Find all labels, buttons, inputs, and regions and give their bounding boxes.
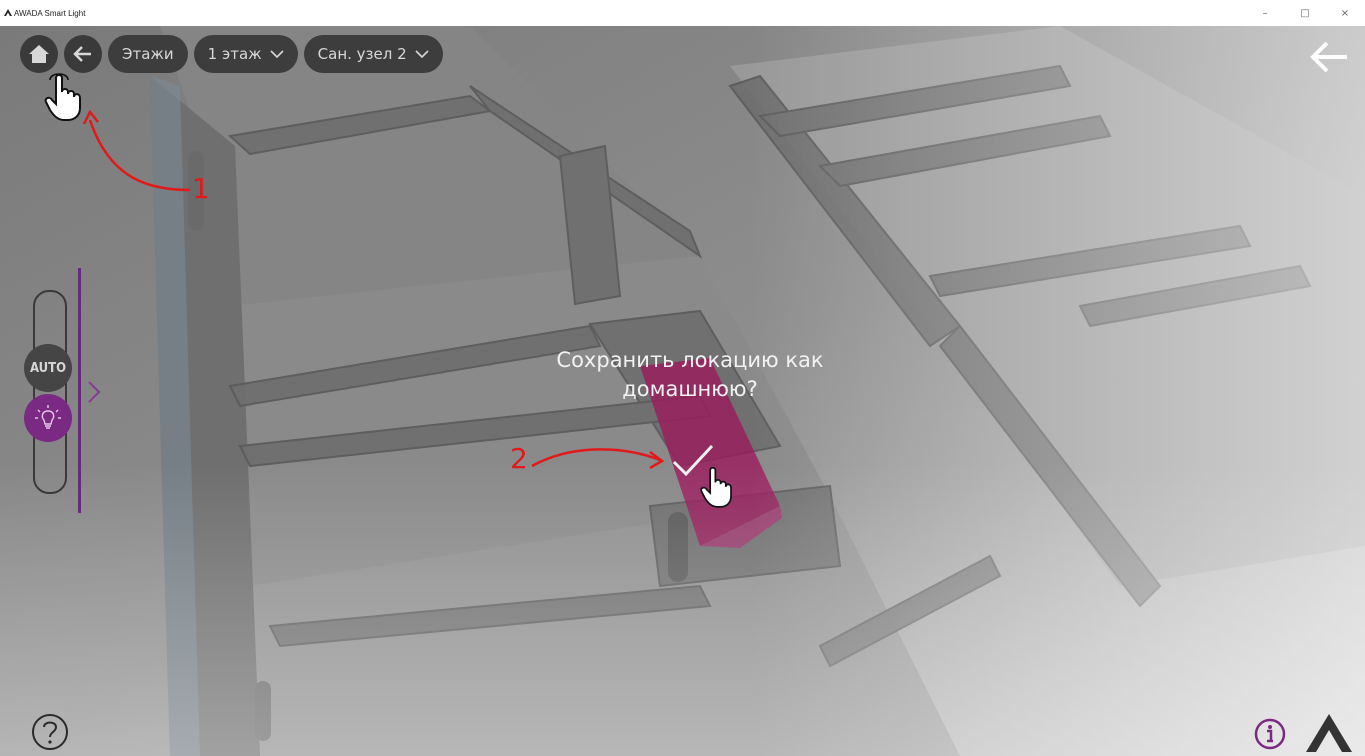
floors-button[interactable]: Этажи	[108, 35, 188, 73]
question-circle-icon[interactable]	[30, 712, 70, 752]
prompt-line-1: Сохранить локацию как	[556, 348, 824, 372]
annotation-arrow-2	[531, 448, 665, 470]
home-icon	[29, 45, 49, 63]
room-label: Сан. узел 2	[317, 45, 407, 63]
mode-slider-track[interactable]	[33, 290, 67, 494]
back-button[interactable]	[64, 35, 102, 73]
prompt-line-2: домашнюю?	[622, 377, 758, 401]
annotation-step-2: 2	[510, 442, 528, 475]
annotation-arrow-1	[82, 110, 191, 192]
maximize-button[interactable]: □	[1285, 0, 1325, 26]
light-mode-control: AUTO	[22, 268, 102, 513]
annotation-step-1: 1	[192, 172, 210, 205]
chevron-down-icon	[415, 50, 429, 59]
lightbulb-icon	[35, 405, 61, 429]
back-arrow-right-button[interactable]	[1309, 40, 1349, 74]
home-button[interactable]	[20, 35, 58, 73]
manual-light-button[interactable]	[24, 394, 72, 442]
arrow-left-icon	[73, 46, 91, 62]
navigation-toolbar: Этажи 1 этаж Сан. узел 2	[20, 35, 443, 73]
window-titlebar: AWADA Smart Light – □ ×	[0, 0, 1365, 27]
chevron-down-icon	[270, 50, 284, 59]
window-title: AWADA Smart Light	[14, 8, 86, 18]
save-location-prompt: Сохранить локацию как домашнюю?	[500, 346, 880, 404]
close-button[interactable]: ×	[1325, 0, 1365, 26]
auto-mode-button[interactable]: AUTO	[24, 344, 72, 392]
minimize-button[interactable]: –	[1245, 0, 1285, 26]
control-divider	[78, 268, 81, 513]
room-select[interactable]: Сан. узел 2	[303, 35, 443, 73]
floor-select[interactable]: 1 этаж	[193, 35, 298, 73]
awada-logo-icon	[1306, 714, 1352, 752]
tap-hand-icon	[700, 466, 732, 508]
tap-hand-icon	[44, 73, 81, 121]
app-logo-icon	[4, 9, 12, 16]
chevron-right-icon[interactable]	[87, 380, 101, 404]
floor-label: 1 этаж	[207, 45, 262, 63]
floors-label: Этажи	[122, 45, 174, 63]
info-circle-icon[interactable]	[1254, 718, 1286, 750]
